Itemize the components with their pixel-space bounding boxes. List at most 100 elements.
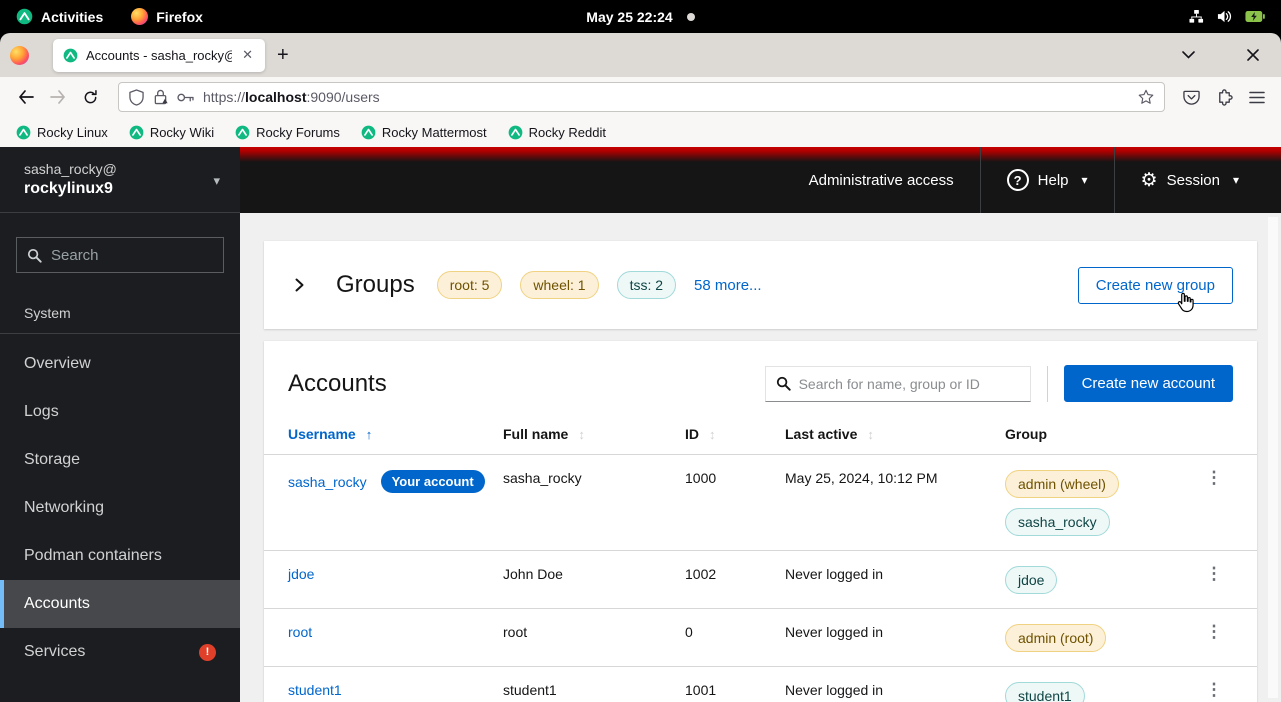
sidebar-nav: Overview Logs Storage Networking bbox=[0, 340, 240, 676]
list-all-tabs-icon[interactable] bbox=[1182, 51, 1195, 59]
sidebar-item-storage[interactable]: Storage bbox=[0, 436, 240, 484]
window-close-icon[interactable] bbox=[1247, 49, 1259, 61]
group-badge[interactable]: admin (root) bbox=[1005, 624, 1106, 652]
rocky-favicon bbox=[361, 125, 376, 140]
extensions-puzzle-icon[interactable] bbox=[1216, 89, 1233, 106]
column-header-group: Group bbox=[1005, 420, 1171, 455]
system-status-area[interactable] bbox=[1189, 9, 1281, 24]
create-new-group-button[interactable]: Create new group bbox=[1078, 267, 1233, 304]
session-menu-button[interactable]: ⚙ Session ▾ bbox=[1115, 147, 1281, 213]
column-header-last-active[interactable]: Last active↕ bbox=[785, 420, 1005, 455]
accounts-search-input[interactable] bbox=[799, 376, 1020, 392]
your-account-badge: Your account bbox=[381, 470, 485, 493]
reload-icon[interactable] bbox=[76, 83, 104, 111]
column-header-full-name[interactable]: Full name↕ bbox=[503, 420, 685, 455]
clock-label: May 25 22:24 bbox=[586, 9, 672, 25]
row-kebab-menu-icon[interactable]: ⋮ bbox=[1206, 685, 1223, 694]
group-badge[interactable]: student1 bbox=[1005, 682, 1085, 702]
content-scrollbar[interactable] bbox=[1268, 217, 1278, 698]
bookmark-item[interactable]: Rocky Mattermost bbox=[361, 125, 487, 140]
sortable-icon: ↕ bbox=[867, 427, 874, 442]
row-kebab-menu-icon[interactable]: ⋮ bbox=[1206, 627, 1223, 636]
row-kebab-menu-icon[interactable]: ⋮ bbox=[1206, 569, 1223, 578]
help-icon: ? bbox=[1007, 169, 1029, 191]
tab-favicon-rocky bbox=[63, 48, 78, 63]
column-header-id[interactable]: ID↕ bbox=[685, 420, 785, 455]
create-new-account-button[interactable]: Create new account bbox=[1064, 365, 1233, 402]
sidebar-item-podman-containers[interactable]: Podman containers bbox=[0, 532, 240, 580]
table-header-row: Username↑Full name↕ID↕Last active↕Group bbox=[264, 420, 1257, 455]
lock-warning-icon[interactable] bbox=[153, 89, 168, 105]
screen: Activities Firefox May 25 22:24 bbox=[0, 0, 1281, 702]
firefox-appmenu-button[interactable]: Firefox bbox=[117, 0, 217, 33]
group-badge[interactable]: jdoe bbox=[1005, 566, 1057, 594]
tab-close-icon[interactable]: ✕ bbox=[240, 47, 255, 63]
last-active-cell: May 25, 2024, 10:12 PM bbox=[785, 455, 1005, 551]
bookmark-star-icon[interactable] bbox=[1138, 89, 1154, 105]
gnome-top-bar: Activities Firefox May 25 22:24 bbox=[0, 0, 1281, 33]
username-link[interactable]: root bbox=[288, 624, 312, 640]
bookmark-item[interactable]: Rocky Linux bbox=[16, 125, 108, 140]
groups-expand-chevron-icon[interactable] bbox=[288, 274, 310, 296]
back-icon[interactable] bbox=[12, 83, 40, 111]
group-count-badge[interactable]: tss: 2 bbox=[617, 271, 676, 299]
activities-label: Activities bbox=[41, 9, 103, 25]
logged-in-user: sasha_rocky@ bbox=[24, 161, 216, 177]
group-count-badge[interactable]: wheel: 1 bbox=[520, 271, 598, 299]
last-active-cell: Never logged in bbox=[785, 609, 1005, 667]
rocky-favicon bbox=[129, 125, 144, 140]
activities-button[interactable]: Activities bbox=[0, 0, 117, 33]
url-bar[interactable]: https://localhost:9090/users bbox=[118, 82, 1165, 112]
full-name-cell: student1 bbox=[503, 667, 685, 702]
browser-tab[interactable]: Accounts - sasha_rocky@ ✕ bbox=[53, 39, 265, 72]
group-count-badge[interactable]: root: 5 bbox=[437, 271, 503, 299]
groups-more-link[interactable]: 58 more... bbox=[694, 277, 762, 294]
group-badge[interactable]: sasha_rocky bbox=[1005, 508, 1110, 536]
help-label: Help bbox=[1038, 172, 1069, 189]
hamburger-menu-icon[interactable] bbox=[1249, 91, 1265, 104]
help-menu-button[interactable]: ? Help ▾ bbox=[981, 147, 1114, 213]
firefox-logo-icon[interactable] bbox=[10, 46, 29, 65]
bookmark-item[interactable]: Rocky Reddit bbox=[508, 125, 606, 140]
username-link[interactable]: sasha_rocky bbox=[288, 474, 367, 490]
sidebar-item-networking[interactable]: Networking bbox=[0, 484, 240, 532]
url-text: https://localhost:9090/users bbox=[203, 89, 380, 105]
sidebar-section-label: System bbox=[0, 291, 240, 333]
bookmark-label: Rocky Mattermost bbox=[382, 125, 487, 140]
new-tab-button[interactable]: + bbox=[265, 44, 301, 67]
sidebar-search-input[interactable]: Search bbox=[16, 237, 224, 273]
sidebar-item-services[interactable]: Services ! bbox=[0, 628, 240, 676]
id-cell: 1002 bbox=[685, 551, 785, 609]
groups-cell: admin (wheel) sasha_rocky bbox=[1005, 455, 1171, 551]
bookmark-label: Rocky Wiki bbox=[150, 125, 214, 140]
sidebar-item-overview[interactable]: Overview bbox=[0, 340, 240, 388]
column-header-username[interactable]: Username↑ bbox=[264, 420, 503, 455]
username-link[interactable]: jdoe bbox=[288, 566, 314, 582]
pocket-icon[interactable] bbox=[1183, 89, 1200, 106]
groups-cell: admin (root) bbox=[1005, 609, 1171, 667]
sidebar-item-logs[interactable]: Logs bbox=[0, 388, 240, 436]
last-active-cell: Never logged in bbox=[785, 667, 1005, 702]
id-cell: 0 bbox=[685, 609, 785, 667]
search-icon bbox=[776, 376, 791, 391]
toolbar-divider bbox=[1047, 366, 1048, 402]
sidebar-search-placeholder: Search bbox=[51, 247, 99, 264]
rocky-favicon bbox=[508, 125, 523, 140]
sidebar-divider bbox=[0, 333, 240, 334]
sidebar-item-accounts[interactable]: Accounts bbox=[0, 580, 240, 628]
username-link[interactable]: student1 bbox=[288, 682, 342, 698]
id-cell: 1000 bbox=[685, 455, 785, 551]
group-badge[interactable]: admin (wheel) bbox=[1005, 470, 1119, 498]
sortable-icon: ↕ bbox=[709, 427, 716, 442]
host-switcher[interactable]: sasha_rocky@ rockylinux9 ▾ bbox=[0, 147, 240, 213]
forward-icon[interactable] bbox=[44, 83, 72, 111]
key-icon[interactable] bbox=[177, 92, 194, 103]
sortable-icon: ↕ bbox=[578, 427, 585, 442]
administrative-access-button[interactable]: Administrative access bbox=[783, 147, 980, 213]
shield-icon[interactable] bbox=[129, 89, 144, 106]
row-kebab-menu-icon[interactable]: ⋮ bbox=[1206, 473, 1223, 482]
bookmark-item[interactable]: Rocky Forums bbox=[235, 125, 340, 140]
group-badges: root: 5 wheel: 1 tss: 2 bbox=[437, 271, 676, 299]
groups-card: Groups root: 5 wheel: 1 tss: 2 58 more..… bbox=[264, 241, 1257, 329]
bookmark-item[interactable]: Rocky Wiki bbox=[129, 125, 214, 140]
